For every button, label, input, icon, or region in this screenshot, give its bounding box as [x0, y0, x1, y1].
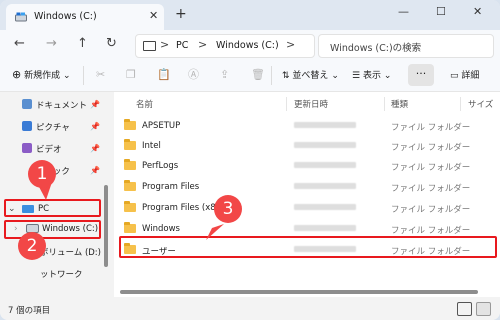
callout-2: 2: [18, 232, 46, 260]
file-explorer-window: Windows (C:) ✕ + — ☐ ✕ ← → ↑ ↻ > PC > Wi…: [0, 0, 500, 320]
callout-3: 3: [214, 195, 242, 223]
callout-tails: [28, 182, 224, 252]
callout-1: 1: [28, 160, 56, 188]
